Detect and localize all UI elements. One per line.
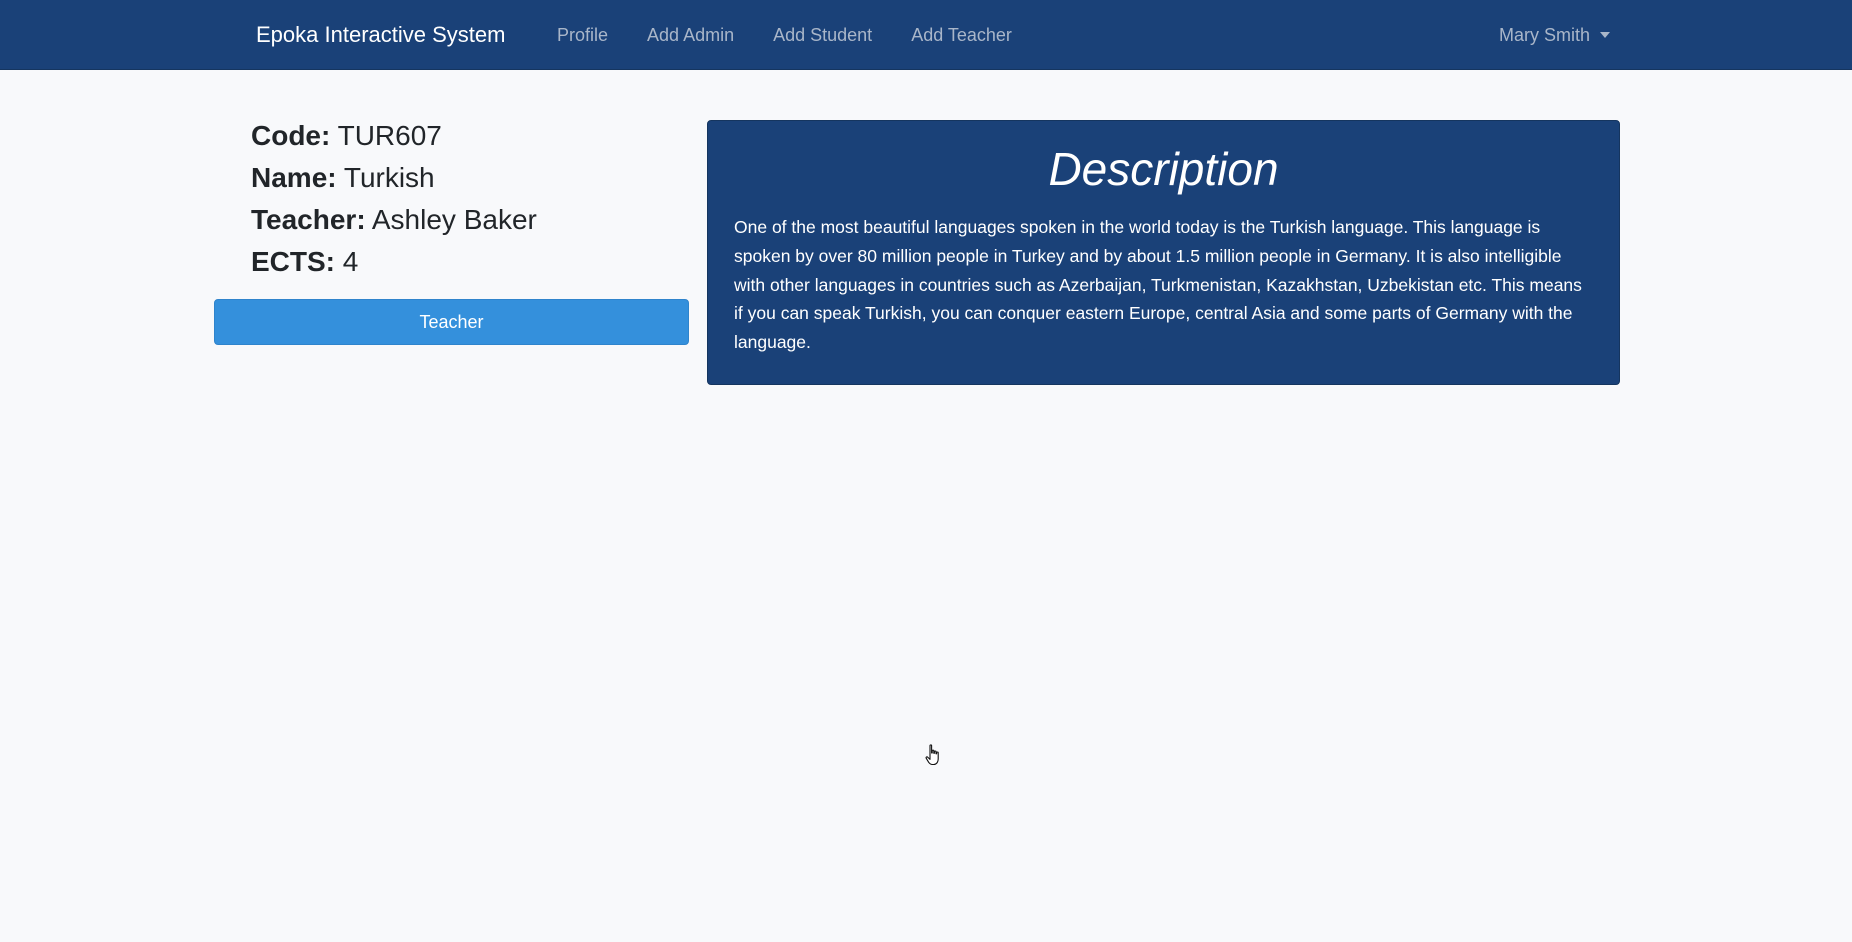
course-ects-row: ECTS: 4 (251, 241, 537, 283)
teacher-button[interactable]: Teacher (214, 299, 689, 345)
ects-value: 4 (342, 246, 359, 277)
nav-link-add-student[interactable]: Add Student (773, 22, 872, 48)
caret-down-icon (1600, 32, 1610, 38)
course-info: Code: TUR607 Name: Turkish Teacher: Ashl… (251, 115, 537, 283)
brand-link[interactable]: Epoka Interactive System (256, 20, 505, 50)
nav-links: Profile Add Admin Add Student Add Teache… (557, 22, 1051, 48)
ects-label: ECTS: (251, 246, 335, 277)
name-value: Turkish (343, 162, 435, 193)
description-title: Description (1048, 143, 1279, 195)
course-code-row: Code: TUR607 (251, 115, 537, 157)
nav-link-add-admin[interactable]: Add Admin (647, 22, 734, 48)
course-teacher-row: Teacher: Ashley Baker (251, 199, 537, 241)
name-label: Name: (251, 162, 337, 193)
hand-cursor-icon (925, 744, 939, 766)
nav-link-add-teacher[interactable]: Add Teacher (911, 22, 1012, 48)
user-dropdown[interactable]: Mary Smith (1499, 22, 1610, 48)
top-navbar: Epoka Interactive System Profile Add Adm… (0, 0, 1852, 70)
description-text: One of the most beautiful languages spok… (734, 217, 1582, 353)
code-value: TUR607 (337, 120, 442, 151)
teacher-value: Ashley Baker (371, 204, 537, 235)
code-label: Code: (251, 120, 331, 151)
teacher-label: Teacher: (251, 204, 366, 235)
user-name: Mary Smith (1498, 25, 1590, 45)
nav-link-profile[interactable]: Profile (557, 22, 608, 48)
description-card: Description One of the most beautiful la… (707, 120, 1620, 385)
course-name-row: Name: Turkish (251, 157, 537, 199)
